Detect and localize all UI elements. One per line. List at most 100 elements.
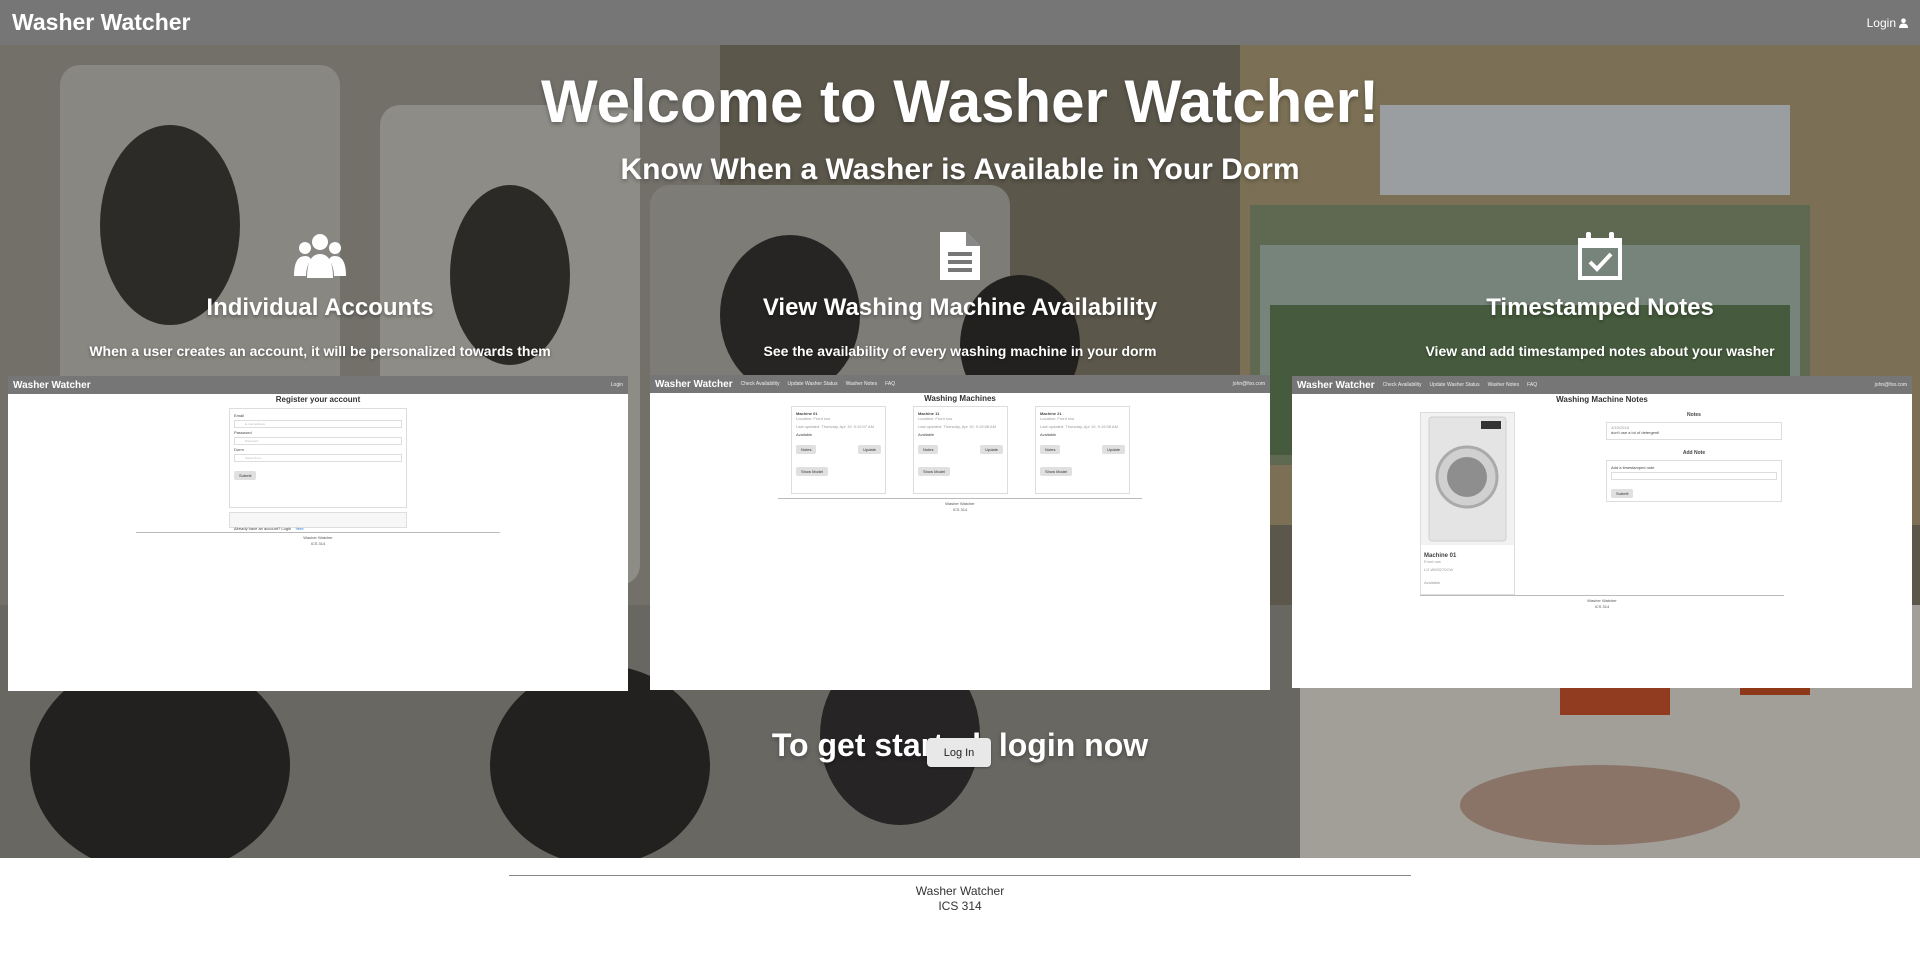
footer-line-2: ICS 314 — [938, 899, 982, 913]
mini-user: john@foo.com — [1232, 381, 1265, 387]
mini-navbar: Washer Watcher Login — [8, 376, 628, 394]
mini-machine-card: Machine 01 Location: Front row Last upda… — [791, 406, 886, 494]
mini-divider — [136, 532, 500, 533]
login-dropdown[interactable]: Login — [1867, 16, 1908, 30]
user-icon — [1899, 17, 1908, 28]
mini-heading: Add Note — [1682, 450, 1706, 456]
mini-button: Show Model — [796, 467, 829, 476]
feature-title: Timestamped Notes — [1486, 294, 1714, 321]
mini-nav-link: Check Availability — [1382, 382, 1422, 388]
mini-note: 4/19/2018 don't use a lot of detergent! — [1606, 422, 1782, 440]
mini-label: Dorm — [234, 447, 244, 452]
mini-machine-card: Machine 21 Location: Front row Last upda… — [1035, 406, 1130, 494]
mini-nav-link: Check Availability — [740, 381, 780, 387]
mini-navbar: Washer Watcher Check Availability Update… — [650, 375, 1270, 393]
mini-link: here — [295, 526, 304, 531]
mini-button: Notes — [1040, 445, 1061, 454]
feature-title: View Washing Machine Availability — [762, 294, 1158, 321]
mini-input: E-mail address — [234, 420, 402, 428]
mini-text: Available — [1040, 432, 1057, 437]
mini-text: Location: Front row — [918, 416, 953, 421]
mini-login: Login — [610, 382, 623, 388]
mini-label: Password — [234, 430, 252, 435]
mini-user: john@foo.com — [1874, 382, 1907, 388]
calendar-check-icon — [1280, 230, 1920, 282]
mini-actions: Notes Update — [796, 445, 881, 454]
mini-footer: ICS 314 — [952, 507, 968, 512]
mini-footer: Washer Watcher — [303, 535, 333, 540]
mini-divider — [1420, 595, 1784, 596]
mini-button: Show Model — [918, 467, 951, 476]
feature-timestamped-notes: Timestamped Notes View and add timestamp… — [1280, 230, 1920, 359]
footer-line-1: Washer Watcher — [915, 884, 1005, 898]
mini-text: Available — [796, 432, 813, 437]
mini-text: Location: Front row — [1040, 416, 1075, 421]
hero-section: Welcome to Washer Watcher! Know When a W… — [0, 45, 1920, 858]
mini-input: Password — [234, 437, 402, 445]
mini-title: Washing Machine Notes — [1556, 395, 1648, 404]
mini-submit: Submit — [234, 471, 257, 480]
footer-divider — [509, 875, 1411, 876]
mini-machine-card: Machine 01 Front row LG WM3270CW Availab… — [1420, 412, 1515, 595]
feature-title: Individual Accounts — [206, 294, 434, 321]
mini-actions: Notes Update — [1040, 445, 1125, 454]
document-icon — [640, 230, 1280, 282]
mini-nav-link: Washer Notes — [845, 381, 878, 387]
feature-individual-accounts: Individual Accounts When a user creates … — [0, 230, 640, 359]
mini-text: Already have an account? Login — [234, 526, 292, 531]
register-screenshot: Washer Watcher Login Register your accou… — [8, 376, 628, 691]
mini-button: Notes — [918, 445, 939, 454]
mini-add-note-form: Add a timestamped note Submit — [1606, 460, 1782, 502]
mini-button: Update — [980, 445, 1003, 454]
mini-actions: Show Model — [1040, 460, 1125, 478]
mini-brand: Washer Watcher — [1297, 379, 1375, 391]
mini-text: Last updated: Thursday, Apr 19, 9:19:07 … — [796, 424, 874, 429]
feature-description: When a user creates an account, it will … — [89, 343, 551, 359]
mini-machine-card: Machine 11 Location: Front row Last upda… — [913, 406, 1008, 494]
mini-text: Front row — [1424, 559, 1441, 564]
mini-title: Register your account — [275, 395, 361, 404]
log-in-button[interactable]: Log In — [927, 738, 991, 767]
login-label: Login — [1866, 15, 1896, 30]
mini-button: Show Model — [1040, 467, 1073, 476]
mini-nav-link: Update Washer Status — [1429, 382, 1480, 388]
feature-machine-availability: View Washing Machine Availability See th… — [640, 230, 1280, 359]
mini-text: Available — [918, 432, 935, 437]
mini-nav-link: Update Washer Status — [787, 381, 838, 387]
washer-image — [1421, 413, 1514, 545]
mini-text: Last updated: Thursday, Apr 19, 9:19:08 … — [918, 424, 996, 429]
mini-brand: Washer Watcher — [13, 379, 91, 391]
mini-brand: Washer Watcher — [655, 378, 733, 390]
machines-screenshot: Washer Watcher Check Availability Update… — [650, 375, 1270, 690]
mini-button: Update — [858, 445, 881, 454]
mini-nav-link: Washer Notes — [1487, 382, 1520, 388]
mini-register-form: Email E-mail address Password Password D… — [229, 408, 407, 508]
mini-title: Washing Machines — [924, 394, 996, 403]
page-title: Welcome to Washer Watcher! — [541, 68, 1379, 135]
top-navbar: Washer Watcher Login — [0, 0, 1920, 45]
brand-title[interactable]: Washer Watcher — [12, 9, 191, 36]
mini-footer: ICS 314 — [1594, 604, 1610, 609]
mini-text: Available — [1424, 580, 1441, 585]
mini-text: LG WM3270CW — [1424, 567, 1454, 572]
mini-footer: Washer Watcher — [945, 501, 975, 506]
mini-label: Add a timestamped note — [1611, 465, 1655, 470]
users-icon — [0, 230, 640, 282]
mini-divider — [778, 498, 1142, 499]
mini-label: Email — [234, 413, 245, 418]
mini-text: Location: Front row — [796, 416, 831, 421]
mini-actions: Show Model — [796, 460, 881, 478]
mini-input: Select Dorm — [234, 454, 402, 462]
mini-actions: Show Model — [918, 460, 1003, 478]
mini-have-account: Already have an account? Login here — [229, 512, 407, 531]
notes-screenshot: Washer Watcher Check Availability Update… — [1292, 376, 1912, 688]
mini-text: Last updated: Thursday, Apr 19, 9:19:08 … — [1040, 424, 1118, 429]
mini-heading: Notes — [1687, 412, 1701, 418]
mini-nav-link: FAQ — [1527, 382, 1538, 388]
mini-button: Update — [1102, 445, 1125, 454]
feature-description: See the availability of every washing ma… — [763, 343, 1157, 359]
page-footer: Washer Watcher ICS 314 — [0, 858, 1920, 973]
mini-footer: ICS 314 — [310, 541, 326, 546]
feature-description: View and add timestamped notes about you… — [1425, 343, 1775, 359]
page-subtitle: Know When a Washer is Available in Your … — [620, 153, 1300, 186]
